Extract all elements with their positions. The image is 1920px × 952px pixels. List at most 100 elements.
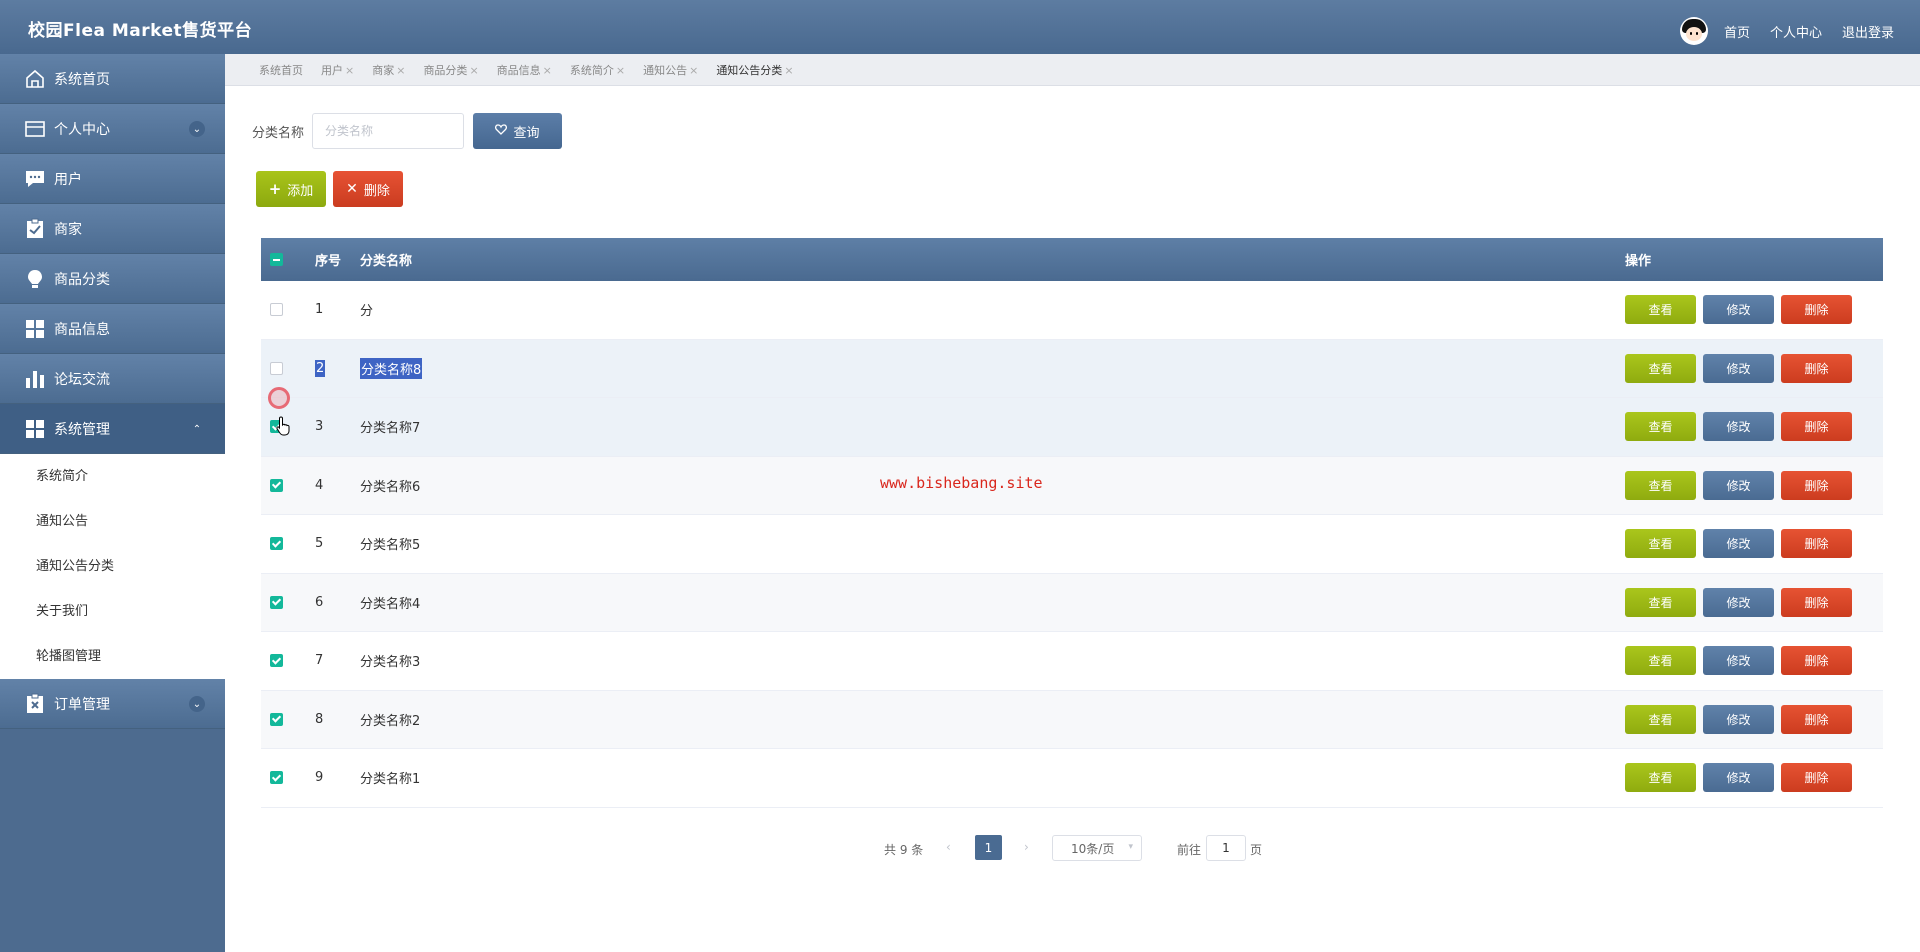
- system-submenu: 系统简介 通知公告 通知公告分类 关于我们 轮播图管理: [0, 454, 225, 679]
- row-no: 7: [315, 653, 324, 669]
- row-checkbox[interactable]: [270, 303, 283, 317]
- tab-category[interactable]: 商品分类 ×: [423, 62, 478, 78]
- row-checkbox[interactable]: [270, 361, 283, 375]
- edit-button[interactable]: 修改: [1703, 646, 1774, 676]
- close-icon[interactable]: ×: [469, 64, 478, 77]
- close-icon[interactable]: ×: [784, 64, 793, 77]
- submenu-notice[interactable]: 通知公告: [0, 499, 225, 544]
- edit-button[interactable]: 修改: [1703, 470, 1774, 500]
- sidebar-item-forum[interactable]: 论坛交流: [0, 354, 225, 404]
- row-checkbox[interactable]: [270, 771, 283, 785]
- view-button[interactable]: 查看: [1625, 353, 1696, 383]
- row-no: 4: [315, 477, 324, 493]
- view-button[interactable]: 查看: [1625, 529, 1696, 559]
- row-checkbox[interactable]: [270, 478, 283, 492]
- delete-button[interactable]: 删除: [1781, 529, 1852, 559]
- edit-button[interactable]: 修改: [1703, 412, 1774, 442]
- delete-button[interactable]: 删除: [1781, 295, 1852, 325]
- row-name: 分: [360, 304, 374, 320]
- delete-button[interactable]: 删除: [1781, 353, 1852, 383]
- sidebar-item-category[interactable]: 商品分类: [0, 254, 225, 304]
- batch-delete-button[interactable]: ✕ 删除: [333, 171, 403, 207]
- chevron-down-icon[interactable]: ⌄: [189, 121, 205, 137]
- pager-current-page[interactable]: 1: [975, 835, 1002, 860]
- delete-button[interactable]: 删除: [1781, 704, 1852, 734]
- avatar[interactable]: [1679, 17, 1708, 45]
- row-checkbox[interactable]: [270, 712, 283, 726]
- table-row: 5 分类名称5 查看 修改 删除: [261, 515, 1883, 574]
- submenu-carousel[interactable]: 轮播图管理: [0, 634, 225, 679]
- header-nav: 首页 个人中心 退出登录: [1679, 17, 1894, 45]
- view-button[interactable]: 查看: [1625, 587, 1696, 617]
- chevron-down-icon: ▾: [1128, 842, 1133, 852]
- nav-profile-link[interactable]: 个人中心: [1770, 22, 1822, 41]
- close-icon[interactable]: ×: [616, 64, 625, 77]
- sidebar-item-system[interactable]: 系统管理 ⌃: [0, 404, 225, 454]
- table-row: 2 分类名称8 查看 修改 删除: [261, 339, 1883, 398]
- sidebar-item-merchant[interactable]: 商家: [0, 204, 225, 254]
- sidebar-item-users[interactable]: 用户: [0, 154, 225, 204]
- add-button[interactable]: + 添加: [256, 171, 326, 207]
- card-icon: [24, 118, 46, 140]
- close-icon[interactable]: ×: [689, 64, 698, 77]
- table-row: 6 分类名称4 查看 修改 删除: [261, 573, 1883, 632]
- submenu-about[interactable]: 关于我们: [0, 589, 225, 634]
- chevron-down-icon[interactable]: ⌄: [189, 696, 205, 712]
- submenu-notice-category[interactable]: 通知公告分类: [0, 544, 225, 589]
- view-button[interactable]: 查看: [1625, 763, 1696, 793]
- delete-button[interactable]: 删除: [1781, 646, 1852, 676]
- edit-button[interactable]: 修改: [1703, 763, 1774, 793]
- nav-logout-link[interactable]: 退出登录: [1842, 22, 1894, 41]
- select-all-checkbox[interactable]: [270, 253, 283, 266]
- delete-button[interactable]: 删除: [1781, 763, 1852, 793]
- tab-merchant[interactable]: 商家 ×: [372, 62, 405, 78]
- edit-button[interactable]: 修改: [1703, 529, 1774, 559]
- sidebar-item-goods[interactable]: 商品信息: [0, 304, 225, 354]
- edit-button[interactable]: 修改: [1703, 704, 1774, 734]
- close-icon[interactable]: ×: [345, 64, 354, 77]
- row-no: 3: [315, 419, 324, 435]
- sidebar-item-label: 用户: [54, 171, 82, 188]
- sidebar-item-label: 商品信息: [54, 321, 110, 338]
- row-checkbox[interactable]: [270, 595, 283, 609]
- query-button[interactable]: 查询: [473, 113, 562, 149]
- sidebar-item-label: 系统管理: [54, 421, 110, 438]
- view-button[interactable]: 查看: [1625, 704, 1696, 734]
- sidebar-item-label: 论坛交流: [54, 371, 110, 388]
- sidebar-item-profile[interactable]: 个人中心 ⌄: [0, 104, 225, 154]
- edit-button[interactable]: 修改: [1703, 295, 1774, 325]
- page-size-select[interactable]: 10条/页 ▾: [1052, 835, 1142, 861]
- tab-users[interactable]: 用户 ×: [321, 62, 354, 78]
- row-name: 分类名称8: [360, 357, 423, 379]
- row-checkbox[interactable]: [270, 654, 283, 668]
- view-button[interactable]: 查看: [1625, 470, 1696, 500]
- sidebar-item-orders[interactable]: 订单管理 ⌄: [0, 679, 225, 729]
- delete-button[interactable]: 删除: [1781, 412, 1852, 442]
- sidebar-item-home[interactable]: 系统首页: [0, 54, 225, 104]
- view-button[interactable]: 查看: [1625, 412, 1696, 442]
- submenu-system-intro[interactable]: 系统简介: [0, 454, 225, 499]
- row-checkbox[interactable]: [270, 537, 283, 551]
- edit-button[interactable]: 修改: [1703, 353, 1774, 383]
- tab-system-intro[interactable]: 系统简介 ×: [570, 62, 625, 78]
- edit-button[interactable]: 修改: [1703, 587, 1774, 617]
- chevron-right-icon[interactable]: ›: [1024, 840, 1029, 854]
- plus-icon: +: [268, 180, 282, 198]
- close-icon[interactable]: ×: [543, 64, 552, 77]
- nav-home-link[interactable]: 首页: [1724, 22, 1750, 41]
- chevron-left-icon[interactable]: ‹: [946, 840, 951, 854]
- tab-goods[interactable]: 商品信息 ×: [497, 62, 552, 78]
- delete-button[interactable]: 删除: [1781, 470, 1852, 500]
- row-name: 分类名称7: [360, 421, 421, 437]
- view-button[interactable]: 查看: [1625, 646, 1696, 676]
- tab-notice[interactable]: 通知公告 ×: [643, 62, 698, 78]
- delete-button[interactable]: 删除: [1781, 587, 1852, 617]
- tab-notice-category[interactable]: 通知公告分类 ×: [716, 62, 793, 78]
- view-button[interactable]: 查看: [1625, 295, 1696, 325]
- pager-goto-input[interactable]: 1: [1206, 835, 1246, 861]
- tab-home[interactable]: 系统首页: [259, 62, 303, 78]
- close-icon[interactable]: ×: [396, 64, 405, 77]
- search-input[interactable]: [312, 113, 464, 149]
- row-no: 6: [315, 594, 324, 610]
- chevron-up-icon[interactable]: ⌃: [189, 421, 205, 437]
